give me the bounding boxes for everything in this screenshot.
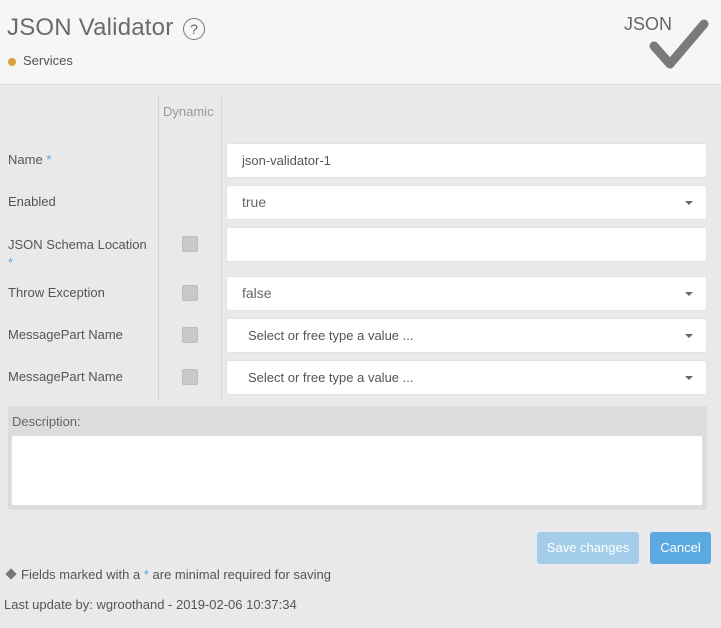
page-title: JSON Validator (7, 14, 174, 41)
description-label: Description: (12, 414, 81, 429)
save-button[interactable]: Save changes (537, 532, 639, 564)
legend-suffix: are minimal required for saving (152, 567, 331, 582)
name-label: Name * (8, 152, 51, 167)
last-update-info: Last update by: wgroothand - 2019-02-06 … (4, 597, 297, 612)
help-icon[interactable]: ? (183, 18, 205, 40)
messagepart-name-dynamic-checkbox-2[interactable] (182, 369, 198, 385)
messagepart-name-select-1[interactable]: Select or free type a value ... (226, 318, 707, 353)
enabled-select[interactable]: true (226, 185, 707, 220)
chevron-down-icon[interactable] (685, 376, 693, 380)
throw-exception-value: false (242, 285, 272, 301)
required-marker: * (46, 152, 52, 167)
chevron-down-icon[interactable] (685, 201, 693, 205)
status-dot-icon (8, 58, 16, 66)
checkmark-icon (649, 19, 709, 69)
messagepart-name-placeholder-2: Select or free type a value ... (248, 370, 414, 385)
schema-location-dynamic-checkbox[interactable] (182, 236, 198, 252)
messagepart-name-dynamic-checkbox-1[interactable] (182, 327, 198, 343)
throw-exception-label: Throw Exception (8, 285, 105, 300)
required-marker: * (8, 255, 14, 270)
page-header: JSON Validator ? Services JSON (0, 0, 721, 85)
column-divider-left (158, 96, 159, 400)
dynamic-column-header: Dynamic (163, 104, 214, 119)
messagepart-name-label-2: MessagePart Name (8, 369, 123, 384)
description-panel: Description: (8, 406, 707, 510)
messagepart-name-select-2[interactable]: Select or free type a value ... (226, 360, 707, 395)
schema-location-label-text: JSON Schema Location (8, 237, 147, 252)
required-fields-legend: Fields marked with a * are minimal requi… (5, 567, 331, 582)
cancel-button[interactable]: Cancel (650, 532, 711, 564)
throw-exception-dynamic-checkbox[interactable] (182, 285, 198, 301)
enabled-label: Enabled (8, 194, 56, 209)
chevron-down-icon[interactable] (685, 292, 693, 296)
throw-exception-select[interactable]: false (226, 276, 707, 311)
chevron-down-icon[interactable] (685, 334, 693, 338)
name-value[interactable]: json-validator-1 (242, 153, 331, 168)
name-field[interactable]: json-validator-1 (226, 143, 707, 178)
schema-location-label: JSON Schema Location * (8, 236, 158, 272)
description-textarea[interactable] (11, 435, 703, 506)
messagepart-name-placeholder-1: Select or free type a value ... (248, 328, 414, 343)
service-category-label: Services (23, 53, 73, 68)
name-label-text: Name (8, 152, 43, 167)
json-logo: JSON (620, 10, 712, 70)
required-marker: * (143, 567, 149, 582)
messagepart-name-label-1: MessagePart Name (8, 327, 123, 342)
diamond-icon (5, 568, 17, 580)
schema-location-field[interactable] (226, 227, 707, 262)
enabled-value: true (242, 194, 267, 210)
column-divider-right (221, 96, 222, 400)
legend-prefix: Fields marked with a (21, 567, 141, 582)
